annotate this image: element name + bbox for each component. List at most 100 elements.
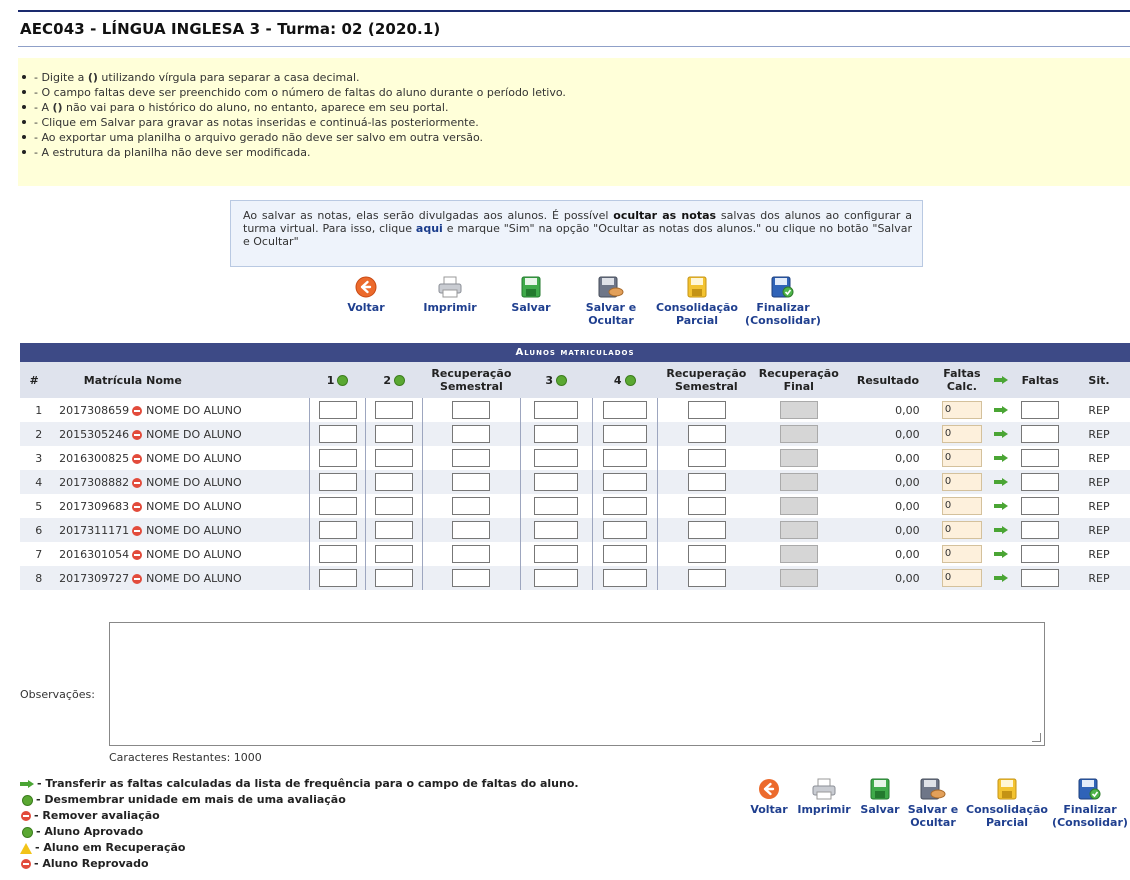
voltar-button-bottom[interactable]: Voltar [747, 778, 791, 816]
transfer-arrow-icon[interactable] [994, 453, 1009, 462]
add-evaluation-icon[interactable] [624, 375, 636, 386]
nota-3-input[interactable] [534, 497, 579, 515]
col-unit-3[interactable]: 3 [520, 362, 593, 398]
rec-sem-1-input[interactable] [452, 497, 491, 515]
rec-sem-2-input[interactable] [687, 497, 726, 515]
legend-recovery-text: - Aluno em Recuperação [35, 841, 186, 854]
transfer-all-arrow-icon[interactable] [994, 375, 1009, 384]
rec-sem-1-input[interactable] [452, 473, 491, 491]
col-unit-2[interactable]: 2 [365, 362, 423, 398]
nota-2-input[interactable] [375, 449, 414, 467]
faltas-input[interactable] [1021, 569, 1060, 587]
nota-2-input[interactable] [375, 473, 414, 491]
observacoes-textarea[interactable] [109, 622, 1045, 746]
nota-3-input[interactable] [534, 545, 579, 563]
consolidacao-parcial-button-bottom[interactable]: Consolidação Parcial [962, 778, 1052, 829]
faltas-input[interactable] [1021, 473, 1060, 491]
nota-1-input[interactable] [318, 545, 357, 563]
plus-icon [22, 794, 33, 806]
rec-sem-1-cell [421, 398, 521, 422]
nota-2-input[interactable] [375, 425, 414, 443]
minus-icon [21, 811, 31, 821]
nota-1-input[interactable] [318, 425, 357, 443]
finalizar-button-bottom[interactable]: Finalizar (Consolidar) [1050, 778, 1130, 829]
faltas-input[interactable] [1021, 521, 1060, 539]
rec-sem-1-input[interactable] [452, 545, 491, 563]
faltas-input[interactable] [1021, 497, 1060, 515]
nota-2-input[interactable] [375, 569, 414, 587]
nota-4-input[interactable] [602, 569, 647, 587]
nota-4-input[interactable] [602, 401, 647, 419]
consolidacao-label-1: Consolidação [966, 803, 1048, 816]
nota-4-input[interactable] [602, 449, 647, 467]
imprimir-button-bottom[interactable]: Imprimir [792, 778, 856, 816]
transfer-arrow-icon[interactable] [994, 429, 1009, 438]
col-unit-4[interactable]: 4 [592, 362, 658, 398]
add-evaluation-icon[interactable] [556, 375, 568, 386]
rec-sem-2-input[interactable] [687, 425, 726, 443]
page-title: AEC043 - LÍNGUA INGLESA 3 - Turma: 02 (2… [20, 20, 441, 38]
nota-1-input[interactable] [318, 569, 357, 587]
page: AEC043 - LÍNGUA INGLESA 3 - Turma: 02 (2… [0, 0, 1130, 880]
salvar-button-bottom[interactable]: Salvar [857, 778, 903, 816]
faltas-input[interactable] [1021, 401, 1060, 419]
nota-4-input[interactable] [602, 497, 647, 515]
rec-sem-2-input[interactable] [687, 449, 726, 467]
rec-sem-1-input[interactable] [452, 521, 491, 539]
nota-3-input[interactable] [534, 425, 579, 443]
nota-1-input[interactable] [318, 401, 357, 419]
situacao-cell: REP [1068, 518, 1130, 542]
faltas-input[interactable] [1021, 425, 1060, 443]
resize-grip-icon[interactable] [1032, 733, 1041, 742]
transfer-arrow-icon[interactable] [994, 405, 1009, 414]
nota-4-input[interactable] [602, 425, 647, 443]
finalizar-button[interactable]: Finalizar (Consolidar) [740, 276, 826, 327]
salvar-ocultar-button[interactable]: Salvar e Ocultar [580, 276, 642, 327]
nota-2-input[interactable] [375, 545, 414, 563]
nota-2-input[interactable] [375, 521, 414, 539]
rec-sem-2-input[interactable] [687, 521, 726, 539]
col-unit-1[interactable]: 1 [309, 362, 366, 398]
nota-3-input[interactable] [534, 473, 579, 491]
faltas-input[interactable] [1021, 449, 1060, 467]
nota-1-input[interactable] [318, 473, 357, 491]
consolidacao-parcial-button[interactable]: Consolidação Parcial [652, 276, 742, 327]
voltar-button[interactable]: Voltar [339, 276, 393, 314]
rec-sem-2-input[interactable] [687, 473, 726, 491]
nota-3-input[interactable] [534, 449, 579, 467]
transfer-arrow-icon[interactable] [994, 525, 1009, 534]
transfer-arrow-icon[interactable] [994, 549, 1009, 558]
nota-3-input[interactable] [534, 569, 579, 587]
faltas-input[interactable] [1021, 545, 1060, 563]
salvar-button[interactable]: Salvar [506, 276, 556, 314]
nota-4-input[interactable] [602, 521, 647, 539]
finalize-icon [771, 276, 794, 298]
nota-2-input[interactable] [375, 401, 414, 419]
rec-sem-2-input[interactable] [687, 545, 726, 563]
nota-1-input[interactable] [318, 521, 357, 539]
transfer-arrow-icon[interactable] [994, 501, 1009, 510]
rec-sem-1-input[interactable] [452, 569, 491, 587]
nota-4-input[interactable] [602, 473, 647, 491]
salvar-ocultar-button-bottom[interactable]: Salvar e Ocultar [904, 778, 962, 829]
rec-sem-2-input[interactable] [687, 401, 726, 419]
rec-sem-1-input[interactable] [452, 449, 491, 467]
transfer-arrow-icon[interactable] [994, 477, 1009, 486]
nota-1-input[interactable] [318, 497, 357, 515]
add-evaluation-icon[interactable] [337, 375, 349, 386]
add-evaluation-icon[interactable] [394, 375, 405, 386]
rec-sem-1-input[interactable] [452, 401, 491, 419]
rec-sem-2-input[interactable] [687, 569, 726, 587]
faltas-cell [1011, 542, 1069, 566]
nota-4-input[interactable] [602, 545, 647, 563]
rec-sem-1-input[interactable] [452, 425, 491, 443]
transfer-arrow-icon[interactable] [994, 573, 1009, 582]
nota-1-input[interactable] [318, 449, 357, 467]
imprimir-button[interactable]: Imprimir [414, 276, 486, 314]
nota-2-input[interactable] [375, 497, 414, 515]
nota-3-input[interactable] [534, 521, 579, 539]
nota-3-input[interactable] [534, 401, 579, 419]
col-transfer[interactable] [990, 362, 1012, 398]
aqui-link[interactable]: aqui [416, 222, 443, 235]
chars-remaining: Caracteres Restantes: 1000 [109, 751, 262, 764]
